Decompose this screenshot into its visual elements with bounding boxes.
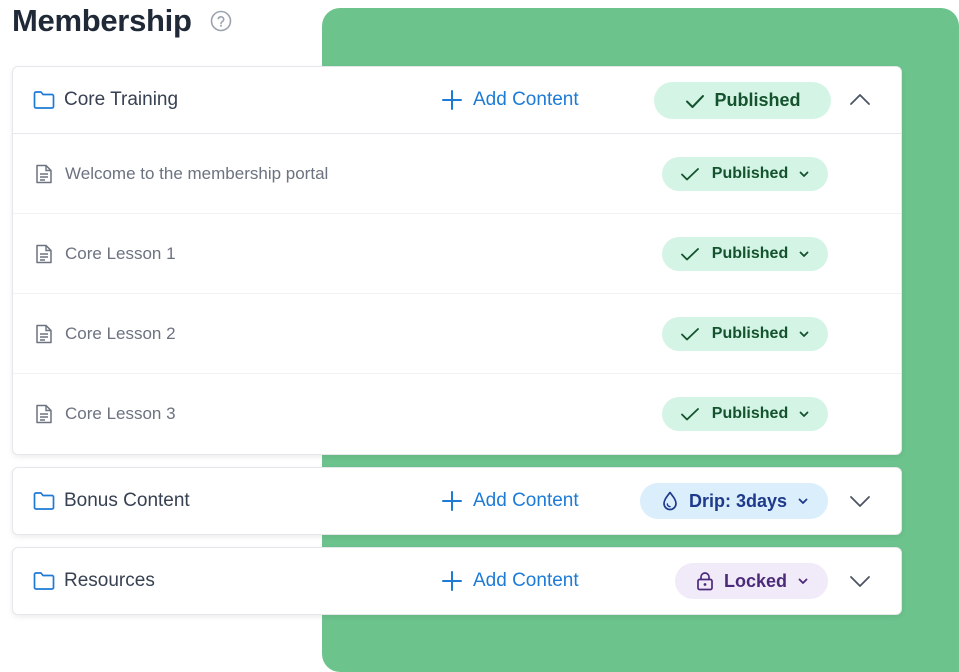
document-icon — [36, 404, 52, 424]
chevron-down-icon — [799, 251, 809, 257]
status-badge-published[interactable]: Published — [654, 82, 831, 119]
check-icon — [680, 327, 699, 340]
plus-icon — [442, 90, 462, 110]
check-icon — [680, 408, 699, 421]
lesson-status-dropdown[interactable]: Published — [662, 236, 828, 271]
lesson-title: Core Lesson 3 — [65, 404, 176, 423]
lesson-status-dropdown[interactable]: Published — [662, 156, 828, 191]
lesson-list: Welcome to the membership portal Publish… — [13, 133, 901, 454]
module-title: Core Training — [64, 89, 179, 110]
document-icon — [36, 244, 52, 263]
status-label: Published — [711, 244, 789, 262]
status-label: Published — [711, 405, 789, 422]
add-content-button[interactable]: Add Content — [441, 570, 579, 592]
lesson-row[interactable]: Welcome to the membership portal Publish… — [13, 134, 901, 214]
chevron-down-icon — [799, 411, 809, 417]
add-content-button[interactable]: Add Content — [441, 89, 579, 111]
document-icon — [36, 164, 52, 183]
check-icon — [680, 247, 699, 260]
add-content-button[interactable]: Add Content — [441, 490, 579, 512]
chevron-up-icon[interactable] — [847, 87, 873, 113]
folder-icon — [33, 90, 55, 110]
plus-icon — [442, 491, 462, 511]
water-drop-icon — [663, 491, 677, 511]
status-label: Drip: 3days — [688, 490, 788, 511]
module-card-core-training: Core Training Add Content Published Welc… — [12, 66, 902, 455]
question-circle-icon[interactable] — [210, 10, 232, 32]
module-header[interactable]: Resources Add Content Locked — [13, 548, 901, 614]
page-header: Membership — [12, 2, 232, 40]
lesson-row[interactable]: Core Lesson 2 Published — [13, 294, 901, 374]
check-icon — [680, 167, 699, 180]
module-card-bonus-content: Bonus Content Add Content Drip: 3days — [12, 467, 902, 535]
lesson-status-dropdown[interactable]: Published — [662, 397, 828, 431]
chevron-down-icon — [798, 498, 808, 504]
add-content-label: Add Content — [473, 490, 579, 511]
lesson-title: Core Lesson 2 — [65, 323, 176, 343]
chevron-down-icon — [799, 331, 809, 337]
status-dropdown-locked[interactable]: Locked — [675, 563, 828, 599]
document-icon — [36, 324, 52, 343]
module-card-resources: Resources Add Content Locked — [12, 547, 902, 615]
lesson-title: Core Lesson 1 — [65, 243, 176, 263]
chevron-down-icon[interactable] — [847, 488, 873, 514]
status-label: Locked — [723, 570, 788, 591]
status-label: Published — [711, 324, 789, 342]
module-header[interactable]: Bonus Content Add Content Drip: 3days — [13, 468, 901, 534]
lesson-row[interactable]: Core Lesson 3 Published — [13, 374, 901, 454]
page-title: Membership — [12, 3, 192, 38]
lock-icon — [697, 572, 713, 591]
chevron-down-icon — [798, 578, 808, 584]
lesson-title: Welcome to the membership portal — [65, 163, 329, 183]
folder-icon — [33, 491, 55, 511]
check-icon — [686, 94, 705, 108]
chevron-down-icon[interactable] — [847, 568, 873, 594]
status-dropdown-drip[interactable]: Drip: 3days — [640, 483, 828, 519]
status-label: Published — [714, 90, 801, 110]
module-header[interactable]: Core Training Add Content Published — [13, 67, 901, 133]
lesson-status-dropdown[interactable]: Published — [662, 316, 828, 351]
add-content-label: Add Content — [473, 570, 579, 591]
plus-icon — [442, 571, 462, 591]
add-content-label: Add Content — [473, 89, 579, 110]
status-label: Published — [711, 164, 789, 182]
module-title: Bonus Content — [64, 490, 190, 511]
folder-icon — [33, 571, 55, 591]
chevron-down-icon — [799, 171, 809, 177]
lesson-row[interactable]: Core Lesson 1 Published — [13, 214, 901, 294]
module-title: Resources — [64, 570, 155, 591]
